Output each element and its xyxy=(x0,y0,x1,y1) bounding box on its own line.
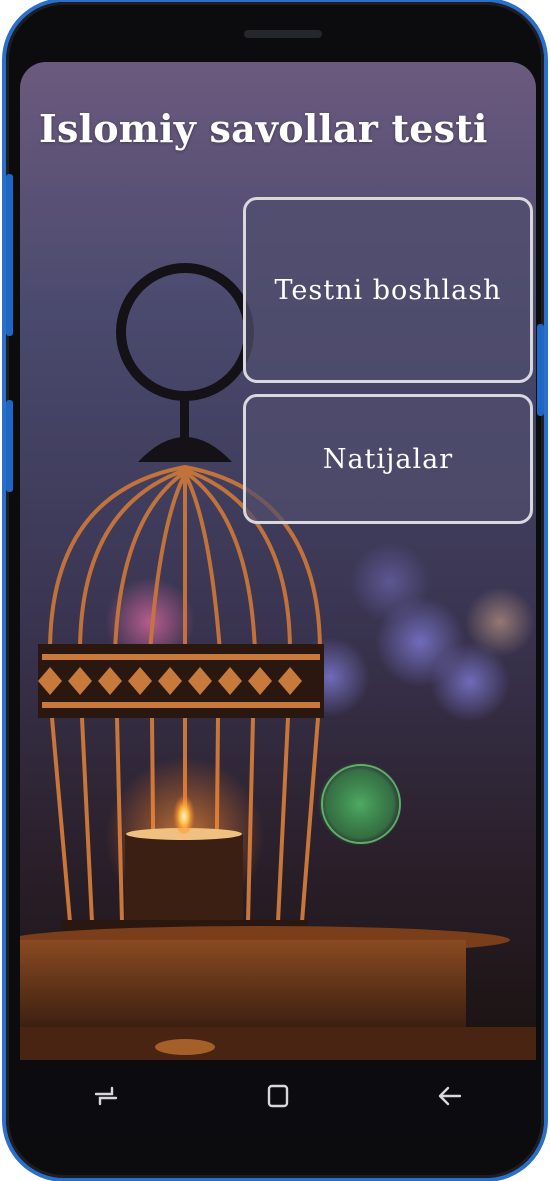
power-button xyxy=(537,324,544,416)
start-test-label: Testni boshlash xyxy=(274,274,502,306)
volume-down-button xyxy=(6,400,13,492)
results-button[interactable]: Natijalar xyxy=(243,394,533,524)
back-button[interactable] xyxy=(430,1076,470,1116)
system-navigation-bar xyxy=(20,1060,536,1132)
volume-up-button xyxy=(6,174,13,336)
results-label: Natijalar xyxy=(322,443,454,475)
recent-apps-button[interactable] xyxy=(86,1076,126,1116)
back-arrow-icon xyxy=(438,1086,462,1106)
app-title: Islomiy savollar testi xyxy=(39,106,488,151)
home-icon xyxy=(267,1084,289,1108)
recent-apps-icon xyxy=(94,1086,118,1106)
home-button[interactable] xyxy=(258,1076,298,1116)
earpiece-speaker xyxy=(244,30,322,38)
start-test-button[interactable]: Testni boshlash xyxy=(243,197,533,383)
app-screen: Islomiy savollar testi Testni boshlash N… xyxy=(20,62,536,1060)
